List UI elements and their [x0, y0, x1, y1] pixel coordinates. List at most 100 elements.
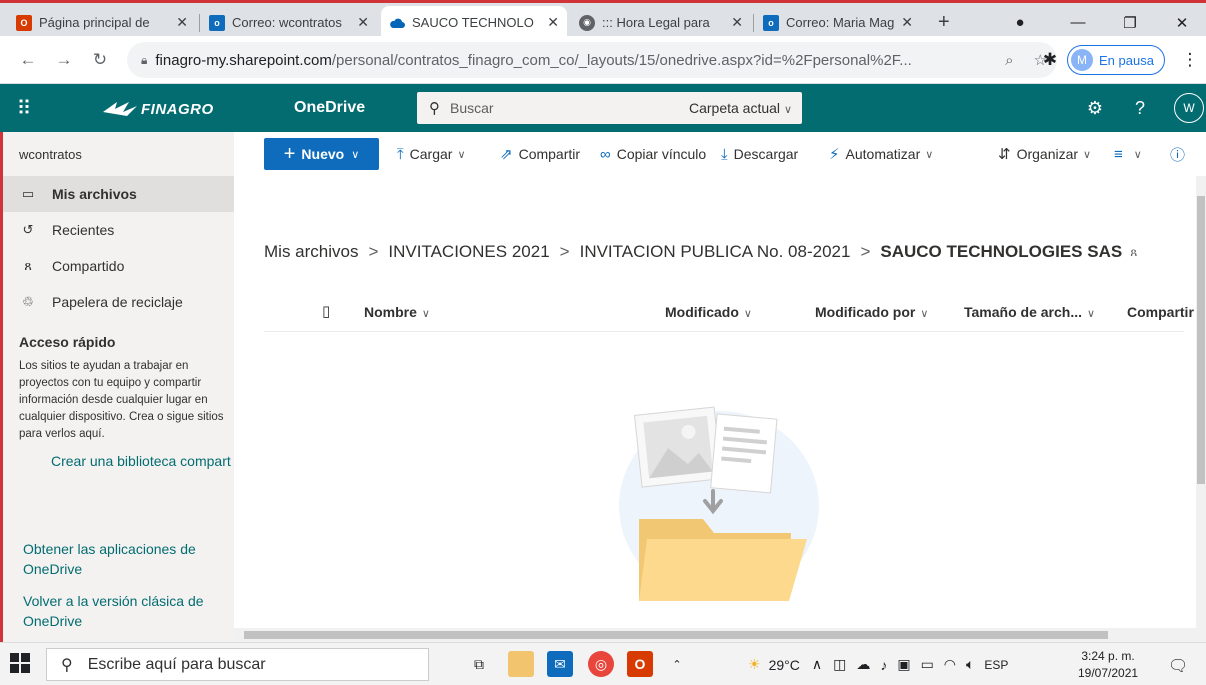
help-icon[interactable]: ?	[1120, 84, 1160, 132]
tray-overflow-icon[interactable]: ∧	[812, 656, 822, 673]
column-header-modified-by[interactable]: Modificado por ∨	[815, 304, 928, 320]
close-tab-icon[interactable]: ✕	[731, 14, 743, 31]
clock[interactable]: 3:24 p. m. 19/07/2021	[1078, 648, 1138, 682]
brand-logo[interactable]: FINAGRO	[103, 98, 214, 120]
breadcrumb-item[interactable]: INVITACION PUBLICA No. 08-2021	[580, 242, 851, 262]
address-bar[interactable]: 🔒︎ finagro-my.sharepoint.com/personal/co…	[127, 42, 1057, 78]
chevron-down-icon: ∨	[743, 308, 752, 320]
browser-tab[interactable]: O Página principal de ✕	[8, 6, 196, 39]
browser-tab[interactable]: o Correo: Maria Mag ✕	[755, 6, 921, 39]
new-button[interactable]: + Nuevo ∨	[264, 138, 379, 170]
sort-button[interactable]: ⇵ Organizar ∨	[998, 132, 1091, 176]
reload-icon[interactable]: ↻	[88, 48, 112, 72]
file-type-icon[interactable]: ▯	[322, 302, 330, 320]
horizontal-scrollbar[interactable]	[234, 628, 1206, 642]
column-header-name[interactable]: Nombre ∨	[364, 304, 430, 320]
browser-menu-icon[interactable]: ⋮	[1178, 48, 1202, 72]
download-button[interactable]: ⤓ Descargar	[721, 132, 798, 176]
tab-search-icon[interactable]: ●	[1000, 6, 1040, 39]
battery-icon[interactable]: ▭	[921, 656, 934, 673]
browser-tab[interactable]: o Correo: wcontratos ✕	[201, 6, 377, 39]
classic-view-link[interactable]: Volver a la versión clásica de OneDrive	[23, 591, 223, 631]
office-icon: O	[16, 14, 32, 31]
close-tab-icon[interactable]: ✕	[547, 14, 559, 31]
lock-icon[interactable]: 🔒︎	[141, 53, 147, 68]
search-input[interactable]: Buscar	[450, 100, 689, 116]
chevron-down-icon: ∨	[421, 308, 430, 320]
volume-icon[interactable]: 🔈︎	[966, 656, 974, 673]
outlook-icon: o	[209, 14, 225, 31]
extensions-icon[interactable]: ✱	[1038, 48, 1062, 72]
breadcrumb-item[interactable]: Mis archivos	[264, 242, 358, 262]
column-header-sharing[interactable]: Compartir	[1127, 304, 1194, 320]
info-button[interactable]: ⓘ	[1170, 132, 1191, 176]
weather-icon[interactable]: ☀	[748, 656, 761, 673]
profile-status: En pausa	[1099, 52, 1154, 68]
user-avatar[interactable]: W	[1174, 93, 1204, 123]
mail-icon[interactable]: ✉	[547, 651, 573, 677]
nav-item-recent[interactable]: ↺ Recientes	[3, 212, 234, 248]
copy-link-button[interactable]: ∞ Copiar vínculo	[600, 132, 706, 176]
suite-header: ⠿ FINAGRO OneDrive ⚲ Buscar Carpeta actu…	[0, 84, 1206, 132]
close-window-icon[interactable]: ✕	[1162, 6, 1202, 39]
nav-item-my-files[interactable]: ▭ Mis archivos	[3, 176, 234, 212]
restore-icon[interactable]: ❐	[1110, 6, 1150, 39]
settings-gear-icon[interactable]: ⚙	[1075, 84, 1115, 132]
column-header-modified[interactable]: Modificado ∨	[665, 304, 752, 320]
chrome-icon[interactable]: ◎	[588, 651, 614, 677]
app-title[interactable]: OneDrive	[294, 84, 365, 132]
upload-icon: ⤒	[397, 145, 404, 163]
zoom-icon[interactable]: ⌕	[1005, 52, 1013, 69]
automate-icon: ⚡	[829, 146, 840, 163]
list-header: ▯ Nombre ∨ Modificado ∨ Modificado por ∨ Ta…	[264, 294, 1194, 332]
profile-button[interactable]: M En pausa	[1067, 45, 1165, 75]
onedrive-cloud-icon[interactable]: ☁	[856, 656, 870, 673]
shared-people-icon[interactable]: ጸ	[1130, 245, 1137, 260]
office-icon[interactable]: O	[627, 651, 653, 677]
folder-icon: ▭	[21, 186, 35, 201]
windows-start-icon[interactable]	[10, 653, 30, 673]
close-tab-icon[interactable]: ✕	[176, 14, 188, 31]
wifi-icon[interactable]: ◠	[944, 656, 956, 673]
outlook-icon: o	[763, 14, 779, 31]
share-button[interactable]: ⇗ Compartir	[500, 132, 580, 176]
finagro-logo-icon	[103, 102, 137, 116]
automate-button[interactable]: ⚡ Automatizar ∨	[829, 132, 933, 176]
forward-icon[interactable]: →	[52, 48, 76, 72]
language-indicator[interactable]: ESP	[984, 658, 1008, 672]
temperature[interactable]: 29°C	[769, 657, 800, 673]
taskbar-search-input[interactable]: Escribe aquí para buscar	[88, 656, 266, 674]
notifications-icon[interactable]: 🗨︎	[1168, 656, 1188, 676]
upload-button[interactable]: ⤒ Cargar ∨	[397, 132, 466, 176]
meet-icon[interactable]: ◫	[833, 656, 846, 673]
close-tab-icon[interactable]: ✕	[357, 14, 369, 31]
chevron-up-icon[interactable]: ⌃	[664, 651, 690, 677]
task-view-icon[interactable]: ⧉	[466, 651, 492, 677]
empty-folder-illustration	[619, 406, 819, 601]
file-explorer-icon[interactable]	[508, 651, 534, 677]
column-header-file-size[interactable]: Tamaño de arch... ∨	[964, 304, 1095, 320]
globe-icon: ◉	[579, 14, 595, 31]
back-icon[interactable]: ←	[16, 48, 40, 72]
browser-tab[interactable]: ◉ ::: Hora Legal para ✕	[571, 6, 751, 39]
search-box[interactable]: ⚲ Buscar Carpeta actual ∨	[417, 92, 802, 124]
view-options-button[interactable]: ≡ ∨	[1114, 132, 1142, 176]
nav-item-shared[interactable]: ጸ Compartido	[3, 248, 234, 284]
browser-tab-active[interactable]: SAUCO TECHNOLO ✕	[381, 6, 567, 39]
nav-item-recycle-bin[interactable]: ♲ Papelera de reciclaje	[3, 284, 234, 320]
microphone-icon[interactable]: ♪	[880, 657, 887, 673]
device-icon[interactable]: ▣	[897, 656, 910, 673]
taskbar-search[interactable]: ⚲ Escribe aquí para buscar	[46, 648, 429, 681]
vertical-scrollbar[interactable]	[1196, 176, 1206, 628]
breadcrumb-item[interactable]: INVITACIONES 2021	[388, 242, 549, 262]
close-tab-icon[interactable]: ✕	[901, 14, 913, 31]
chevron-down-icon: ∨	[1083, 148, 1092, 161]
create-library-link[interactable]: Crear una biblioteca compart	[3, 443, 234, 469]
new-tab-button[interactable]: +	[930, 6, 960, 39]
search-scope-dropdown[interactable]: Carpeta actual ∨	[689, 100, 792, 116]
main-content: Mis archivos > INVITACIONES 2021 > INVIT…	[234, 176, 1196, 628]
minimize-icon[interactable]: —	[1058, 6, 1098, 39]
get-apps-link[interactable]: Obtener las aplicaciones de OneDrive	[23, 539, 223, 579]
chevron-down-icon: ∨	[351, 148, 360, 161]
app-launcher-icon[interactable]: ⠿	[0, 84, 48, 132]
